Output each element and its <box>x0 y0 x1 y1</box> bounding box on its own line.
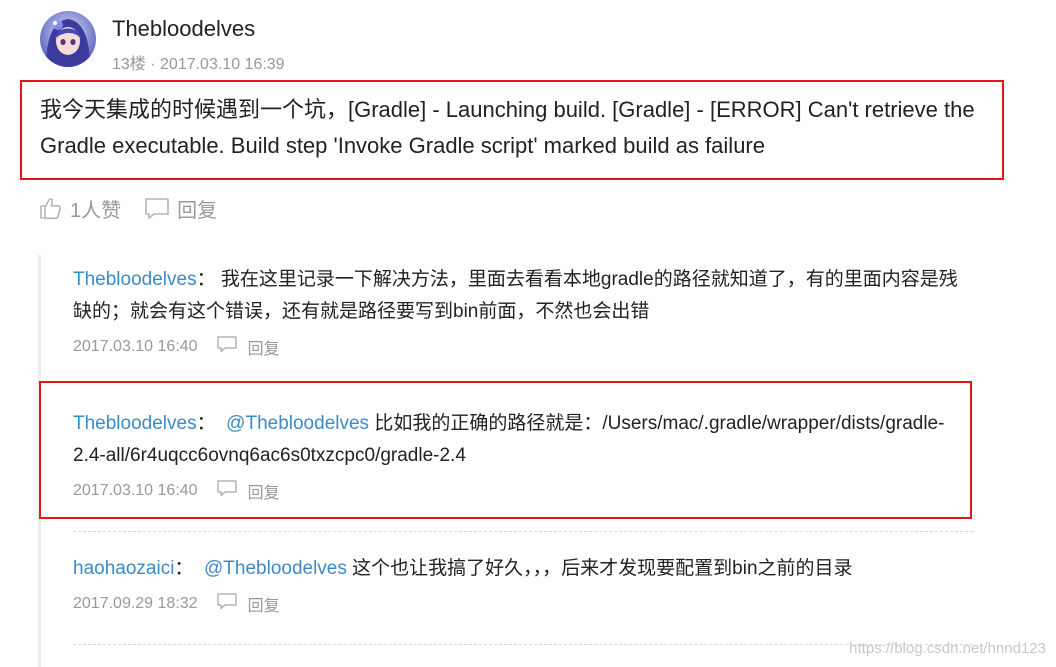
comment-actions: 1人赞 回复 <box>38 193 217 223</box>
reply-divider <box>73 531 973 532</box>
comment-icon <box>216 591 238 616</box>
reply-time: 2017.03.10 16:40 <box>73 337 198 355</box>
reply-label: 回复 <box>177 199 218 222</box>
comment-floor-time: 13楼 · 2017.03.10 16:39 <box>112 56 285 73</box>
avatar[interactable] <box>40 11 96 67</box>
comment-username[interactable]: Thebloodelves <box>112 16 255 42</box>
reply-button[interactable]: 回复 <box>216 334 280 359</box>
comment-text: 我今天集成的时候遇到一个坑，[Gradle] - Launching build… <box>40 97 975 158</box>
reply-label: 回复 <box>247 597 280 615</box>
reply-text: 这个也让我搞了好久，，，后来才发现要配置到bin之前的目录 <box>346 558 853 579</box>
reply-time: 2017.09.29 18:32 <box>73 594 198 612</box>
reply-divider <box>73 644 973 645</box>
reply-author[interactable]: haohaozaici <box>73 558 174 579</box>
reply-mention[interactable]: @Thebloodelves <box>204 558 347 579</box>
comment-icon <box>216 478 238 503</box>
reply-author[interactable]: Thebloodelves <box>73 413 197 434</box>
watermark: https://blog.csdn.net/hnnd123 <box>849 640 1046 657</box>
like-button[interactable]: 1人赞 <box>38 194 121 223</box>
reply-button[interactable]: 回复 <box>143 194 217 223</box>
comment-icon <box>216 334 238 359</box>
like-icon <box>38 195 64 221</box>
reply-separator: ： <box>174 558 194 579</box>
reply-label: 回复 <box>247 340 280 358</box>
reply-separator: ： <box>196 269 216 290</box>
reply-author[interactable]: Thebloodelves <box>73 269 197 290</box>
reply-separator: ： <box>196 413 216 434</box>
reply-button[interactable]: 回复 <box>216 591 280 616</box>
like-count-label: 1人赞 <box>70 199 122 222</box>
reply-item: haohaozaici： @Thebloodelves 这个也让我搞了好久，，，… <box>73 553 973 616</box>
reply-button[interactable]: 回复 <box>216 478 280 503</box>
reply-time: 2017.03.10 16:40 <box>73 481 198 499</box>
reply-mention[interactable]: @Thebloodelves <box>226 413 369 434</box>
reply-label: 回复 <box>247 484 280 502</box>
comment-icon <box>143 195 171 221</box>
reply-item: Thebloodelves： @Thebloodelves 比如我的正确的路径就… <box>73 408 973 503</box>
reply-item: Thebloodelves： 我在这里记录一下解决方法，里面去看看本地gradl… <box>73 264 973 359</box>
